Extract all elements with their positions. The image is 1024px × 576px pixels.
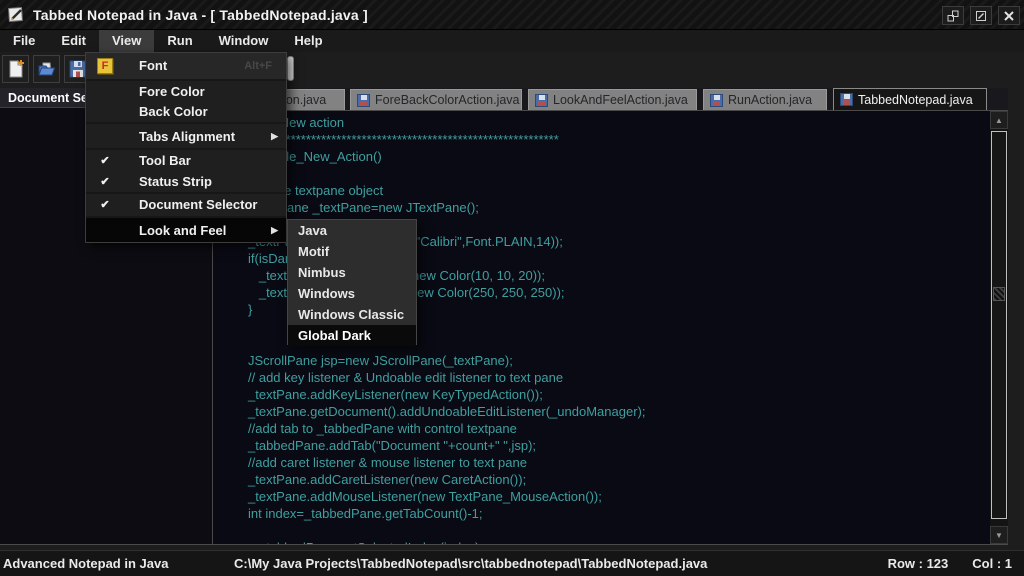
status-col-indicator: Col : 1 [972, 556, 1012, 571]
code-line: JScrollPane jsp=new JScrollPane(_textPan… [248, 352, 1008, 369]
menu-bar: File Edit View Run Window Help [0, 30, 1024, 52]
floppy-disk-icon [710, 94, 723, 107]
title-bar: Tabbed Notepad in Java - [ TabbedNotepad… [0, 0, 1024, 30]
code-line: //add caret listener & mouse listener to… [248, 454, 1008, 471]
code-line: //create textpane object [248, 182, 1008, 199]
status-row-indicator: Row : 123 [888, 556, 949, 571]
menu-item-back-color[interactable]: Back Color [86, 102, 286, 123]
floppy-disk-icon [840, 93, 853, 106]
code-line: _textPane.getDocument().addUndoableEditL… [248, 403, 1008, 420]
code-line: JTextPane _textPane=new JTextPane(); [248, 199, 1008, 216]
checkmark-icon: ✔ [100, 198, 109, 211]
floppy-disk-icon [357, 94, 370, 107]
new-document-button[interactable] [2, 55, 29, 83]
toolbar-grip[interactable] [287, 56, 294, 81]
arrow-down-icon: ▼ [995, 531, 1003, 540]
window-maximize-icon [975, 10, 987, 22]
laf-item-nimbus[interactable]: Nimbus [288, 262, 416, 283]
tab-bar: FontAction.java ForeBackColorAction.java… [213, 88, 1008, 110]
window-restore-button[interactable] [942, 6, 964, 25]
scroll-up-button[interactable]: ▲ [990, 111, 1008, 129]
menu-item-tool-bar[interactable]: ✔ Tool Bar [86, 150, 286, 171]
code-line: _tabbedPane.setSelectedIndex(index); [248, 539, 1008, 545]
code-line: _textPane.addCaretListener(new CaretActi… [248, 471, 1008, 488]
code-line: // add key listener & Undoable edit list… [248, 369, 1008, 386]
vertical-scrollbar[interactable]: ▲ ▼ [990, 111, 1008, 544]
menu-item-status-strip[interactable]: ✔ Status Strip [86, 171, 286, 192]
menu-file[interactable]: File [0, 30, 48, 52]
open-folder-icon [37, 59, 57, 79]
laf-item-global-dark-selected[interactable]: Global Dark [288, 325, 416, 346]
floppy-disk-icon [535, 94, 548, 107]
menu-help[interactable]: Help [281, 30, 335, 52]
tab-lookandfeelaction[interactable]: LookAndFeelAction.java [528, 89, 697, 110]
window-close-icon [1003, 10, 1015, 22]
checkmark-icon: ✔ [100, 154, 109, 167]
menu-item-document-selector[interactable]: ✔ Document Selector [86, 194, 286, 217]
code-line: //**************************************… [248, 131, 1008, 148]
checkmark-icon: ✔ [100, 175, 109, 188]
laf-item-java[interactable]: Java [288, 220, 416, 241]
view-menu: F Font Alt+F Fore Color Back Color Tabs … [85, 52, 287, 243]
menu-edit[interactable]: Edit [48, 30, 99, 52]
submenu-arrow-icon: ▶ [271, 225, 278, 236]
menu-item-tabs-alignment[interactable]: Tabs Alignment ▶ [86, 124, 286, 148]
code-line: _textPane.addMouseListener(new TextPane_… [248, 488, 1008, 505]
menu-run[interactable]: Run [154, 30, 205, 52]
status-app-name: Advanced Notepad in Java [0, 556, 234, 571]
new-document-icon [6, 59, 26, 79]
tab-label: ForeBackColorAction.java [375, 93, 520, 107]
tab-label: TabbedNotepad.java [858, 93, 973, 107]
window-restore-icon [947, 10, 959, 22]
code-line: { [248, 165, 1008, 182]
status-bar: Advanced Notepad in Java C:\My Java Proj… [0, 550, 1024, 576]
code-line: _textPane.addKeyListener(new KeyTypedAct… [248, 386, 1008, 403]
laf-item-motif[interactable]: Motif [288, 241, 416, 262]
tab-runaction[interactable]: RunAction.java [703, 89, 827, 110]
window-controls [942, 6, 1020, 25]
menu-view[interactable]: View [99, 30, 154, 52]
code-line: int index=_tabbedPane.getTabCount()-1; [248, 505, 1008, 522]
code-line: _tabbedPane.addTab("Document "+count+" "… [248, 437, 1008, 454]
window-maximize-button[interactable] [970, 6, 992, 25]
code-line: void File_New_Action() [248, 148, 1008, 165]
laf-item-windows-classic[interactable]: Windows Classic [288, 304, 416, 325]
status-file-path: C:\My Java Projects\TabbedNotepad\src\ta… [234, 556, 707, 571]
tab-forebackcoloraction[interactable]: ForeBackColorAction.java [350, 89, 522, 110]
scroll-down-button[interactable]: ▼ [990, 526, 1008, 544]
laf-item-windows[interactable]: Windows [288, 283, 416, 304]
code-line: //File New action [248, 114, 1008, 131]
menu-item-font[interactable]: F Font Alt+F [86, 53, 286, 79]
menu-item-fore-color[interactable]: Fore Color [86, 81, 286, 102]
open-file-button[interactable] [33, 55, 60, 83]
notepad-pencil-icon [8, 6, 25, 23]
tab-tabbednotepad-selected[interactable]: TabbedNotepad.java [833, 88, 987, 110]
font-shortcut: Alt+F [244, 60, 272, 72]
arrow-up-icon: ▲ [995, 116, 1003, 125]
tab-label: LookAndFeelAction.java [553, 93, 688, 107]
window-close-button[interactable] [998, 6, 1020, 25]
font-F-icon: F [97, 58, 113, 74]
app-window: Tabbed Notepad in Java - [ TabbedNotepad… [0, 0, 1024, 576]
menu-item-look-and-feel[interactable]: Look and Feel ▶ [86, 218, 286, 242]
menu-window[interactable]: Window [206, 30, 282, 52]
scrollbar-thumb[interactable] [991, 131, 1007, 519]
code-line [248, 522, 1008, 539]
scrollbar-grip-icon [993, 287, 1005, 301]
look-and-feel-submenu: Java Motif Nimbus Windows Windows Classi… [287, 219, 417, 345]
code-line: //add tab to _tabbedPane with control te… [248, 420, 1008, 437]
window-title: Tabbed Notepad in Java - [ TabbedNotepad… [33, 7, 368, 23]
submenu-arrow-icon: ▶ [271, 131, 278, 142]
tab-label: RunAction.java [728, 93, 812, 107]
